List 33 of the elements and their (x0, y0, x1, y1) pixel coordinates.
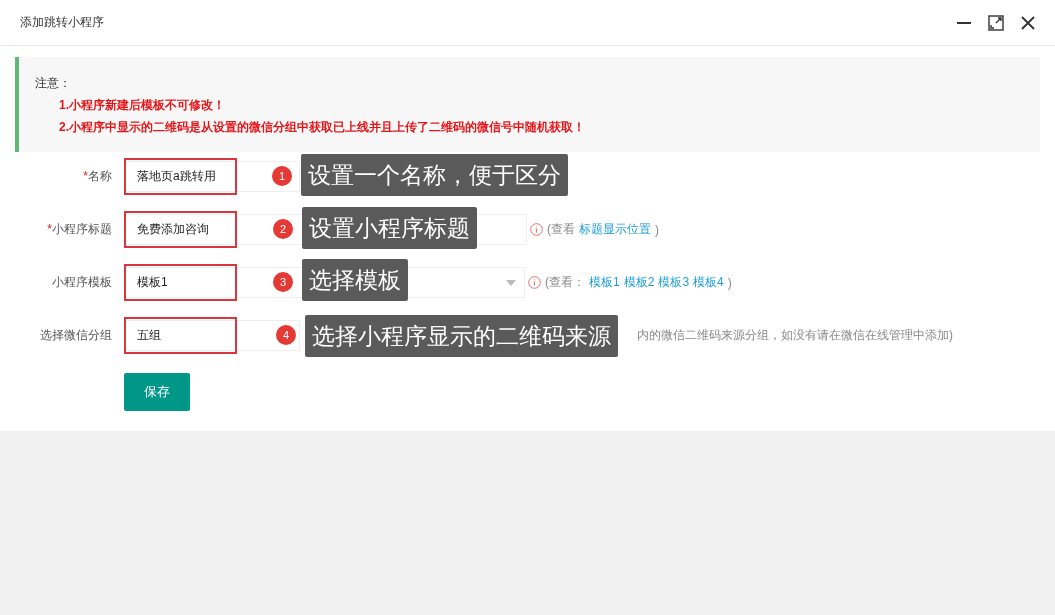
hint-text: 内的微信二维码来源分组，如没有请在微信在线管理中添加) (637, 327, 953, 344)
hint-text: (查看： (545, 274, 585, 291)
minimize-icon (957, 21, 971, 24)
notice-heading: 注意： (35, 75, 72, 92)
hint-link[interactable]: 模板4 (693, 274, 724, 291)
required-mark: * (47, 222, 52, 236)
close-button[interactable] (1019, 13, 1037, 32)
close-icon (1020, 14, 1036, 31)
info-icon (528, 276, 541, 289)
hint-text: ) (727, 275, 732, 290)
maximize-button[interactable] (987, 13, 1005, 32)
field-label: 小程序标题 (52, 222, 112, 236)
field-label: 选择微信分组 (40, 328, 112, 342)
annotation-tooltip: 设置一个名称，便于区分 (301, 154, 568, 196)
info-icon (530, 223, 543, 236)
required-mark: * (83, 169, 88, 183)
notice-item: 2.小程序中显示的二维码是从设置的微信分组中获取已上线并且上传了二维码的微信号中随机获取！ (58, 119, 586, 136)
hint-link[interactable]: 模板2 (623, 274, 655, 291)
annotation-tooltip: 设置小程序标题 (302, 207, 477, 249)
maximize-icon (988, 14, 1004, 31)
hint-text: ) (655, 222, 659, 237)
hint-text: (查看 (547, 221, 575, 238)
dropdown-arrow-icon (506, 280, 516, 286)
field-label: 小程序模板 (52, 275, 112, 289)
field-label: 名称 (88, 169, 112, 183)
window-title: 添加跳转小程序 (20, 14, 105, 31)
hint-link[interactable]: 模板1 (589, 274, 620, 291)
save-button[interactable]: 保存 (124, 373, 190, 411)
annotation-tooltip: 选择模板 (302, 259, 408, 301)
notice-item: 1.小程序新建后模板不可修改！ (58, 97, 226, 114)
annotation-tooltip: 选择小程序显示的二维码来源 (305, 315, 618, 357)
hint-link[interactable]: 标题显示位置 (579, 221, 651, 238)
hint-link[interactable]: 模板3 (658, 274, 690, 291)
